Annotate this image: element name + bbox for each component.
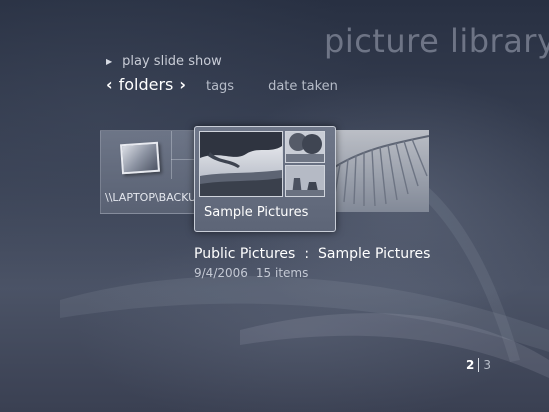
selected-folder-details: 9/4/2006 15 items	[194, 266, 308, 280]
tile-divider	[171, 131, 172, 179]
media-center-screen: picture library ▶ play slide show ‹ fold…	[0, 0, 549, 412]
fern-photo-thumbnail	[330, 130, 429, 212]
path-parent: Public Pictures	[194, 246, 296, 262]
pivot-date-taken[interactable]: date taken	[268, 79, 338, 94]
chevron-right-icon[interactable]: ›	[179, 75, 186, 94]
folder-date: 9/4/2006	[194, 266, 248, 280]
folder-tile-sample-pictures[interactable]: Sample Pictures	[194, 126, 336, 232]
play-slide-show-label: play slide show	[122, 54, 222, 69]
page-title: picture library	[324, 22, 549, 60]
pivot-tags[interactable]: tags	[206, 79, 234, 94]
folder-tile-next[interactable]	[330, 130, 429, 212]
chevron-left-icon[interactable]: ‹	[106, 75, 113, 94]
selected-folder-path: Public Pictures: Sample Pictures	[194, 246, 430, 262]
pivot-folders[interactable]: ‹ folders ›	[106, 75, 186, 94]
path-current: Sample Pictures	[318, 246, 431, 262]
folder-tile-label: Sample Pictures	[204, 205, 309, 220]
folder-tile-laptop-backup[interactable]: \\LAPTOP\BACKU	[100, 130, 198, 214]
folder-tile-label: \\LAPTOP\BACKU	[105, 191, 197, 204]
path-separator: :	[304, 246, 310, 262]
pivot-bar: ‹ folders › tags date taken	[106, 75, 338, 94]
folder-item-count: 15 items	[255, 266, 309, 280]
folder-thumbnail	[119, 141, 161, 175]
pager-divider	[478, 358, 480, 372]
tree-photo-thumbnail	[285, 131, 325, 163]
current-page: 2	[466, 358, 475, 372]
page-indicator: 2 3	[466, 358, 491, 372]
desert-photo-thumbnail	[285, 165, 325, 197]
landscape-photo-thumbnail	[199, 131, 283, 197]
pivot-folders-label: folders	[118, 75, 174, 94]
play-icon: ▶	[106, 57, 113, 66]
play-slide-show-button[interactable]: ▶ play slide show	[106, 54, 222, 69]
total-pages: 3	[483, 358, 491, 372]
